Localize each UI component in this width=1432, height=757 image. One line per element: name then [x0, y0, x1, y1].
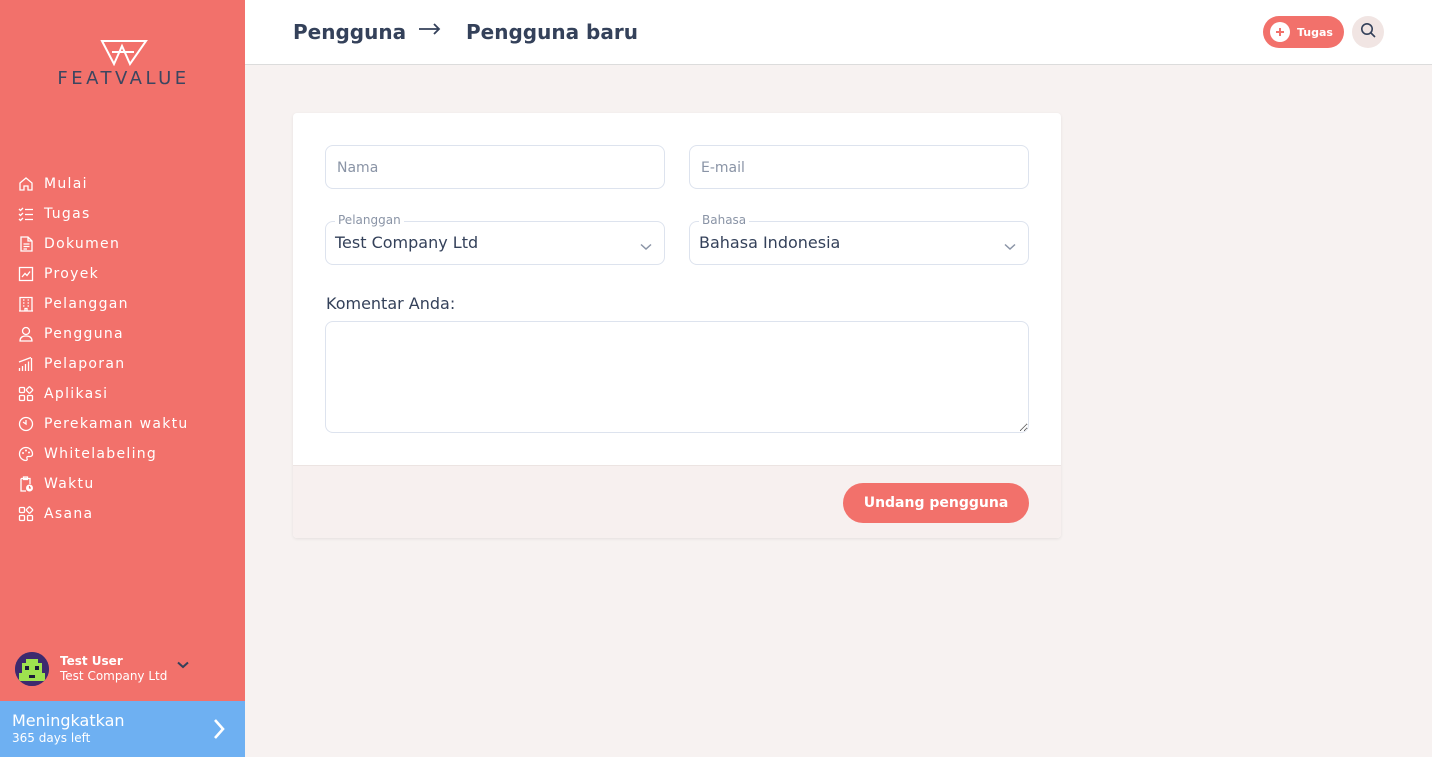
breadcrumb-current: Pengguna baru: [466, 20, 638, 44]
arrow-right-icon: [419, 22, 441, 40]
sidebar-item-label: Whitelabeling: [44, 446, 158, 462]
sidebar-nav: Mulai Tugas Dokumen Proyek Pelanggan Pen…: [0, 169, 245, 529]
sidebar-item-pelanggan[interactable]: Pelanggan: [0, 289, 245, 319]
sidebar-item-whitelabeling[interactable]: Whitelabeling: [0, 439, 245, 469]
apps-icon: [17, 505, 35, 523]
chevron-right-icon[interactable]: [212, 718, 226, 745]
user-company: Test Company Ltd: [60, 669, 168, 683]
sidebar-item-label: Asana: [44, 506, 94, 522]
sidebar-item-aplikasi[interactable]: Aplikasi: [0, 379, 245, 409]
top-header: Pengguna Pengguna baru Tugas: [245, 0, 1432, 65]
avatar: [15, 652, 49, 686]
customer-select[interactable]: Pelanggan Test Company Ltd: [325, 213, 665, 265]
language-select[interactable]: Bahasa Bahasa Indonesia: [689, 213, 1029, 265]
sidebar-item-asana[interactable]: Asana: [0, 499, 245, 529]
brand-name: FEATVALUE: [57, 68, 190, 89]
sidebar-item-label: Tugas: [44, 206, 91, 222]
user-name: Test User: [60, 654, 123, 668]
featvalue-logo[interactable]: FEATVALUE: [36, 40, 211, 89]
sidebar-item-proyek[interactable]: Proyek: [0, 259, 245, 289]
sidebar-item-label: Pengguna: [44, 326, 124, 342]
sidebar-item-label: Pelanggan: [44, 296, 129, 312]
sidebar-item-pengguna[interactable]: Pengguna: [0, 319, 245, 349]
sidebar-item-mulai[interactable]: Mulai: [0, 169, 245, 199]
sidebar-item-label: Waktu: [44, 476, 95, 492]
comment-label: Komentar Anda:: [326, 294, 456, 313]
add-task-label: Tugas: [1297, 25, 1333, 39]
sidebar: FEATVALUE Mulai Tugas Dokumen Proyek Pel…: [0, 0, 245, 757]
sidebar-item-label: Pelaporan: [44, 356, 126, 372]
user-icon: [17, 325, 35, 343]
customer-select-label: Pelanggan: [335, 213, 404, 227]
timer-icon: [17, 415, 35, 433]
checklist-icon: [17, 205, 35, 223]
search-icon: [1360, 22, 1376, 43]
plus-icon: [1270, 22, 1290, 42]
email-input[interactable]: [690, 146, 1028, 188]
sidebar-item-perekaman-waktu[interactable]: Perekaman waktu: [0, 409, 245, 439]
customer-select-value: Test Company Ltd: [335, 233, 479, 252]
chevron-down-icon: [1004, 238, 1016, 256]
sidebar-item-tugas[interactable]: Tugas: [0, 199, 245, 229]
bar-chart-icon: [17, 355, 35, 373]
name-input[interactable]: [326, 146, 664, 188]
sidebar-item-label: Proyek: [44, 266, 100, 282]
search-button[interactable]: [1352, 16, 1384, 48]
chevron-down-icon: [640, 238, 652, 256]
sidebar-item-label: Dokumen: [44, 236, 121, 252]
name-field[interactable]: [325, 145, 665, 189]
chevron-down-icon[interactable]: [177, 656, 190, 674]
user-menu[interactable]: Test User Test Company Ltd: [15, 650, 230, 688]
invite-user-button[interactable]: Undang pengguna: [843, 483, 1029, 523]
clipboard-clock-icon: [17, 475, 35, 493]
logo-mark-icon: [99, 40, 148, 66]
new-user-form-card: Pelanggan Test Company Ltd Bahasa Bahasa…: [293, 113, 1061, 538]
apps-icon: [17, 385, 35, 403]
home-icon: [17, 175, 35, 193]
project-chart-icon: [17, 265, 35, 283]
comment-textarea[interactable]: [325, 321, 1029, 433]
upgrade-title: Meningkatkan: [12, 711, 125, 730]
sidebar-item-label: Mulai: [44, 176, 88, 192]
building-icon: [17, 295, 35, 313]
sidebar-item-dokumen[interactable]: Dokumen: [0, 229, 245, 259]
upgrade-days-left: 365 days left: [12, 731, 91, 745]
sidebar-item-pelaporan[interactable]: Pelaporan: [0, 349, 245, 379]
sidebar-item-waktu[interactable]: Waktu: [0, 469, 245, 499]
add-task-button[interactable]: Tugas: [1263, 16, 1344, 48]
breadcrumb-parent[interactable]: Pengguna: [293, 20, 406, 44]
upgrade-banner[interactable]: Meningkatkan 365 days left: [0, 701, 245, 757]
document-icon: [17, 235, 35, 253]
palette-icon: [17, 445, 35, 463]
sidebar-item-label: Aplikasi: [44, 386, 109, 402]
language-select-value: Bahasa Indonesia: [699, 233, 841, 252]
form-footer: Undang pengguna: [293, 465, 1061, 538]
language-select-label: Bahasa: [699, 213, 750, 227]
sidebar-item-label: Perekaman waktu: [44, 416, 189, 432]
email-field[interactable]: [689, 145, 1029, 189]
